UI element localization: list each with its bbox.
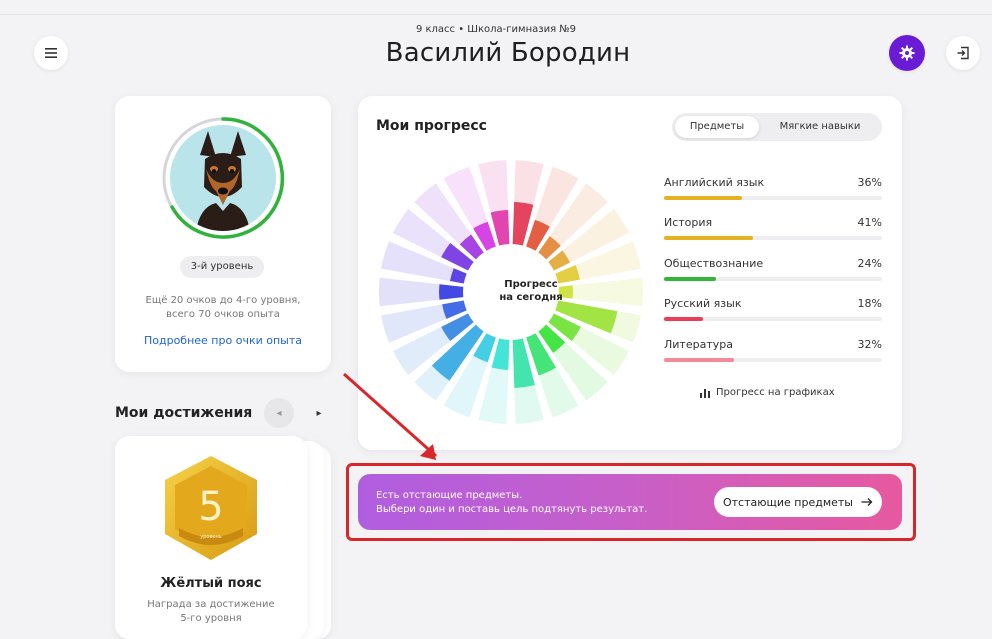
- subject-progress-fill: [664, 317, 704, 321]
- settings-button[interactable]: [889, 35, 925, 71]
- chevron-left-icon: ◂: [276, 407, 282, 419]
- progress-graphs-link[interactable]: Прогресс на графиках: [700, 387, 846, 398]
- subject-progress-fill: [664, 358, 734, 362]
- subject-progress-track: [664, 236, 882, 240]
- subject-progress-fill: [664, 277, 717, 281]
- subject-percent: 36%: [857, 176, 882, 189]
- student-name: Василий Бородин: [385, 38, 631, 68]
- avatar-image: [170, 125, 276, 231]
- chevron-right-icon: ▸: [316, 407, 322, 419]
- subject-name: Обществознание: [664, 257, 764, 270]
- subject-percent: 18%: [857, 297, 882, 310]
- subject-row[interactable]: История 41%: [664, 216, 882, 252]
- wheel-segment: [491, 338, 510, 370]
- level-desc-line-2: всего 70 очков опыта: [166, 309, 280, 320]
- subject-row[interactable]: Обществознание 24%: [664, 257, 882, 293]
- achievements-prev-button[interactable]: ◂: [264, 398, 294, 428]
- subject-percent: 41%: [857, 216, 882, 229]
- logout-button[interactable]: [946, 36, 980, 70]
- logout-icon: [957, 46, 969, 60]
- wheel-label-line-2: на сегодня: [499, 292, 563, 303]
- avatar: [161, 116, 285, 240]
- class-school-subtitle: 9 класс • Школа-гимназия №9: [415, 24, 577, 35]
- achievement-description: Награда за достижение 5-го уровня: [115, 598, 307, 626]
- gear-icon: [899, 45, 915, 61]
- achievement-card[interactable]: 5 уровень Жёлтый пояс Награда за достиже…: [115, 436, 307, 639]
- subject-name: Русский язык: [664, 297, 742, 310]
- subject-row[interactable]: Английский язык 36%: [664, 176, 882, 212]
- banner-text: Есть отстающие предметы. Выбери один и п…: [376, 489, 647, 517]
- wheel-segment: [439, 284, 464, 300]
- progress-tabs: Предметы Мягкие навыки: [672, 113, 882, 141]
- tab-subjects[interactable]: Предметы: [675, 116, 759, 138]
- progress-graphs-label: Прогресс на графиках: [716, 387, 835, 398]
- profile-card: 3-й уровень Ещё 20 очков до 4-го уровня,…: [115, 96, 331, 372]
- subject-row[interactable]: Литература 32%: [664, 338, 882, 374]
- wheel-label-line-1: Прогресс: [504, 279, 558, 290]
- banner-line-1: Есть отстающие предметы.: [376, 490, 523, 501]
- top-divider: [0, 14, 992, 15]
- bar-chart-icon: [700, 388, 710, 398]
- arrow-right-icon: [861, 498, 873, 506]
- yellow-belt-badge-icon: 5 уровень: [165, 456, 257, 560]
- wheel-center-label: Прогресс на сегодня: [476, 278, 586, 304]
- subject-progress-fill: [664, 196, 743, 200]
- subject-progress-fill: [664, 236, 754, 240]
- subject-progress-track: [664, 277, 882, 281]
- level-desc-line-1: Ещё 20 очков до 4-го уровня,: [145, 295, 301, 306]
- lagging-subjects-button[interactable]: Отстающие предметы: [714, 487, 882, 517]
- lagging-subjects-banner: Есть отстающие предметы. Выбери один и п…: [358, 474, 902, 530]
- achievement-desc-line-2: 5-го уровня: [180, 613, 242, 624]
- subject-name: Английский язык: [664, 176, 765, 189]
- subject-progress-track: [664, 358, 882, 362]
- achievement-desc-line-1: Награда за достижение: [147, 599, 275, 610]
- tab-soft-skills[interactable]: Мягкие навыки: [762, 116, 878, 138]
- subject-progress-track: [664, 317, 882, 321]
- badge-ribbon-text: уровень: [200, 534, 221, 540]
- achievements-title: Мои достижения: [115, 405, 253, 421]
- lagging-subjects-button-label: Отстающие предметы: [722, 495, 853, 509]
- dog-avatar-icon: [196, 131, 250, 231]
- level-badge: 3-й уровень: [180, 256, 264, 278]
- achievements-next-button[interactable]: ▸: [304, 398, 334, 428]
- subject-percent: 32%: [857, 338, 882, 351]
- achievement-name: Жёлтый пояс: [160, 576, 262, 591]
- progress-title: Мои прогресс: [376, 118, 487, 134]
- red-arrow-annotation: [343, 372, 437, 460]
- subject-progress-track: [664, 196, 882, 200]
- subject-percent: 24%: [857, 257, 882, 270]
- banner-line-2: Выбери один и поставь цель подтянуть рез…: [376, 504, 648, 515]
- subject-name: История: [664, 216, 713, 229]
- subject-row[interactable]: Русский язык 18%: [664, 297, 882, 333]
- subject-name: Литература: [664, 338, 733, 351]
- xp-details-link[interactable]: Подробнее про очки опыта: [133, 334, 313, 347]
- badge-number: 5: [198, 484, 223, 530]
- level-description: Ещё 20 очков до 4-го уровня, всего 70 оч…: [133, 294, 313, 322]
